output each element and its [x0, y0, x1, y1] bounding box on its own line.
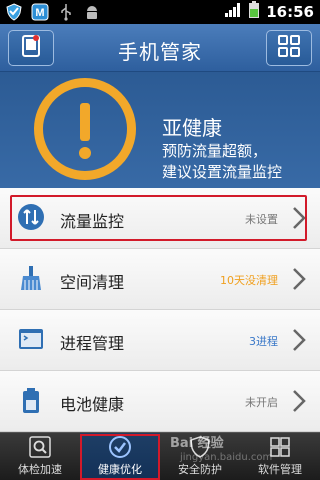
- list-item-battery-health[interactable]: 电池健康 未开启: [0, 371, 320, 432]
- menu-grid-button[interactable]: [266, 30, 312, 66]
- status-bar: M 16:56: [0, 0, 320, 24]
- tab-checkup-speedup[interactable]: 体检加速: [0, 433, 80, 480]
- list-item-status: 3进程: [249, 335, 278, 348]
- chevron-right-icon: [292, 206, 306, 230]
- check-icon: [108, 435, 132, 459]
- warning-icon: [34, 78, 136, 180]
- chevron-right-icon: [292, 267, 306, 291]
- shield-icon: [4, 2, 24, 22]
- tab-label: 软件管理: [258, 463, 302, 476]
- chevron-right-icon: [292, 389, 306, 413]
- tab-label: 安全防护: [178, 463, 222, 476]
- traffic-icon: [16, 202, 46, 232]
- optimization-list: 流量监控 未设置 空间清理 10天没清理 进程管理 3进程 电池健康 未开启: [0, 188, 320, 432]
- broom-icon: [16, 263, 46, 293]
- list-item-label: 流量监控: [60, 212, 125, 231]
- health-advice-line2: 建议设置流量监控: [162, 163, 283, 181]
- list-item-label: 空间清理: [60, 273, 125, 292]
- signal-icon: [224, 2, 242, 22]
- watermark-brand: Bai 经验: [170, 436, 224, 451]
- list-item-space-cleanup[interactable]: 空间清理 10天没清理: [0, 249, 320, 310]
- health-status-title: 亚健康: [162, 116, 222, 140]
- app-header: 手机管家: [0, 24, 320, 72]
- svg-text:M: M: [35, 7, 44, 19]
- usb-icon: [56, 2, 76, 22]
- list-item-status: 未设置: [245, 213, 278, 226]
- list-item-traffic-monitor[interactable]: 流量监控 未设置: [0, 188, 320, 249]
- tab-label: 体检加速: [18, 463, 62, 476]
- battery-health-icon: [16, 385, 46, 415]
- list-item-status: 未开启: [245, 396, 278, 409]
- tab-label: 健康优化: [98, 463, 142, 476]
- tab-health-optimize[interactable]: 健康优化: [80, 433, 160, 480]
- list-item-label: 进程管理: [60, 334, 125, 353]
- clock: 16:56: [266, 3, 314, 21]
- health-advice-line1: 预防流量超额，: [162, 142, 268, 160]
- list-item-label: 电池健康: [60, 395, 125, 414]
- list-item-status: 10天没清理: [220, 274, 278, 287]
- list-item-process-manager[interactable]: 进程管理 3进程: [0, 310, 320, 371]
- health-status-panel: 亚健康 预防流量超额， 建议设置流量监控: [0, 72, 320, 188]
- battery-icon: [248, 1, 260, 23]
- watermark-url: jingyan.baidu.com: [180, 452, 273, 463]
- android-icon: [82, 2, 102, 22]
- grid-icon: [278, 35, 300, 61]
- m-badge-icon: M: [30, 2, 50, 22]
- scan-icon: [28, 435, 52, 459]
- terminal-icon: [16, 324, 46, 354]
- chevron-right-icon: [292, 328, 306, 352]
